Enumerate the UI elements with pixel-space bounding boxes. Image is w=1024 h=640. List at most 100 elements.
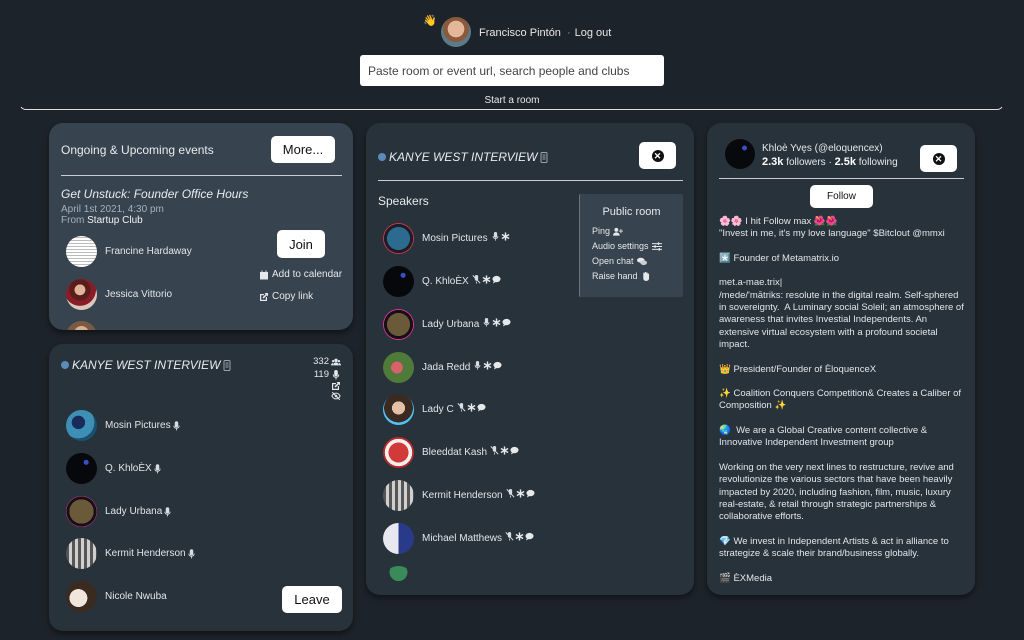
speaker-name: Lady C <box>422 404 454 415</box>
speaker-name: Lady Urbana <box>422 319 480 330</box>
raise-hand-button[interactable]: Raise hand <box>592 271 651 281</box>
participant-item[interactable]: Nicole Nwuba <box>66 581 167 612</box>
speaker-avatar <box>383 480 414 511</box>
open-chat-button[interactable]: Open chat <box>592 256 647 266</box>
speaker-avatar <box>383 394 414 425</box>
speaker-item[interactable]: Lady Urbana <box>383 309 511 340</box>
calendar-icon <box>260 270 268 279</box>
open-chat-label: Open chat <box>592 256 634 266</box>
microphone-icon <box>154 463 161 473</box>
speaker-item[interactable]: Bleeddat Kash <box>383 437 519 468</box>
speaker-status-icons <box>505 531 534 546</box>
speaker-avatar <box>383 566 414 595</box>
speaker-name: Bleeddat Kash <box>422 447 488 458</box>
speaker-item[interactable]: Jada Redd <box>383 352 502 383</box>
room-preview-title[interactable]: KANYE WEST INTERVIEW <box>61 358 231 372</box>
participant-item[interactable]: Lady Urbana <box>66 496 171 527</box>
audio-settings-button[interactable]: Audio settings <box>592 241 662 251</box>
close-room-button[interactable]: ✕ <box>639 142 676 169</box>
user-plus-icon <box>613 227 624 236</box>
microphone-muted-icon <box>490 445 499 455</box>
event-host[interactable]: Jessica Vittorio <box>66 279 172 310</box>
microphone-icon <box>173 420 180 430</box>
raise-hand-label: Raise hand <box>592 271 638 281</box>
microphone-icon <box>332 369 340 380</box>
speech-bubble-icon <box>378 153 386 161</box>
chat-icon <box>493 361 502 370</box>
ping-button[interactable]: Ping <box>592 226 624 236</box>
comments-icon <box>636 257 647 265</box>
speaker-item[interactable]: Q. KhloÈX <box>383 266 501 297</box>
microphone-muted-icon <box>505 531 514 541</box>
hide-room-button[interactable] <box>313 391 341 401</box>
host-avatar <box>66 236 97 267</box>
join-event-button[interactable]: Join <box>277 230 325 258</box>
event-host[interactable]: Francine Hardaway <box>66 236 192 267</box>
more-events-button[interactable]: More... <box>271 136 335 163</box>
followers-label[interactable]: followers <box>786 157 825 168</box>
open-room-button[interactable] <box>313 381 341 391</box>
speaker-count: 119 <box>313 368 341 381</box>
chat-icon <box>492 275 501 284</box>
microphone-icon <box>492 231 498 241</box>
profile-bio: 🌸🌸 I hit Follow max 🌺🌺 "Invest in me, it… <box>719 216 964 584</box>
user-avatar[interactable] <box>441 17 471 47</box>
speaker-name: Michael Matthews <box>422 533 503 544</box>
start-room-button[interactable]: Start a room <box>0 95 1024 106</box>
speaker-status-icons <box>490 445 519 460</box>
add-to-calendar-label: Add to calendar <box>272 269 343 280</box>
participant-name: Mosin Pictures <box>105 420 171 431</box>
participant-item[interactable]: Kermit Henderson <box>66 538 195 569</box>
speaker-avatar <box>383 437 414 468</box>
logout-link[interactable]: Log out <box>575 27 612 39</box>
microphone-muted-icon <box>457 402 466 412</box>
following-label[interactable]: following <box>859 157 898 168</box>
user-info: Francisco Pintón · Log out <box>479 27 611 39</box>
leave-room-button[interactable]: Leave <box>282 586 342 613</box>
event-title[interactable]: Get Unstuck: Founder Office Hours <box>61 187 248 201</box>
participant-avatar <box>66 496 97 527</box>
events-panel: Ongoing & Upcoming events More... Get Un… <box>49 123 353 330</box>
speaker-status-icons <box>482 317 511 332</box>
profile-name: Khloè Yvęs (@eloquencex) <box>762 143 883 154</box>
participant-item[interactable]: Mosin Pictures <box>66 410 180 441</box>
external-link-icon <box>260 292 268 301</box>
participant-avatar <box>66 453 97 484</box>
room-preview-panel: KANYE WEST INTERVIEW 332 119 Mosin Pictu… <box>49 344 353 631</box>
chat-icon <box>525 532 534 541</box>
room-stats: 332 119 <box>313 355 341 401</box>
speaker-status-icons <box>472 274 501 289</box>
speaker-name: Mosin Pictures <box>422 233 488 244</box>
club-name[interactable]: Startup Club <box>87 215 143 226</box>
close-profile-button[interactable]: ✕ <box>920 145 957 172</box>
following-count[interactable]: 2.5k <box>835 156 856 168</box>
speaker-item[interactable]: Michael Matthews <box>383 523 534 554</box>
participant-name: Q. KhloÈX <box>105 463 152 474</box>
followers-count[interactable]: 2.3k <box>762 156 783 168</box>
speaker-item[interactable]: Lady C <box>383 394 486 425</box>
participant-item[interactable]: Q. KhloÈX <box>66 453 161 484</box>
participant-name: Kermit Henderson <box>105 548 186 559</box>
header: 👋 Francisco Pintón · Log out Start a room <box>0 0 1024 112</box>
speaker-avatar <box>383 309 414 340</box>
search-input[interactable] <box>360 55 664 86</box>
add-to-calendar-button[interactable]: Add to calendar <box>259 269 342 280</box>
copy-link-button[interactable]: Copy link <box>259 291 313 302</box>
speaker-avatar <box>383 266 414 297</box>
moderator-icon <box>501 231 510 241</box>
moderator-icon <box>467 402 476 412</box>
user-name[interactable]: Francisco Pintón <box>479 27 561 39</box>
chat-icon <box>502 318 511 327</box>
eye-slash-icon <box>331 391 341 401</box>
host-name: Francine Hardaway <box>105 246 192 257</box>
active-room-divider <box>378 180 683 181</box>
users-icon <box>331 358 341 365</box>
active-room-panel: KANYE WEST INTERVIEW ✕ Speakers Public r… <box>366 123 694 595</box>
speaker-avatar <box>383 223 414 254</box>
follow-button[interactable]: Follow <box>810 185 873 208</box>
speaker-item[interactable]: Kermit Henderson <box>383 480 535 511</box>
speaker-item[interactable] <box>383 566 422 595</box>
speaker-status-icons <box>491 231 510 246</box>
speaker-item[interactable]: Mosin Pictures <box>383 223 510 254</box>
event-host[interactable] <box>66 321 105 330</box>
